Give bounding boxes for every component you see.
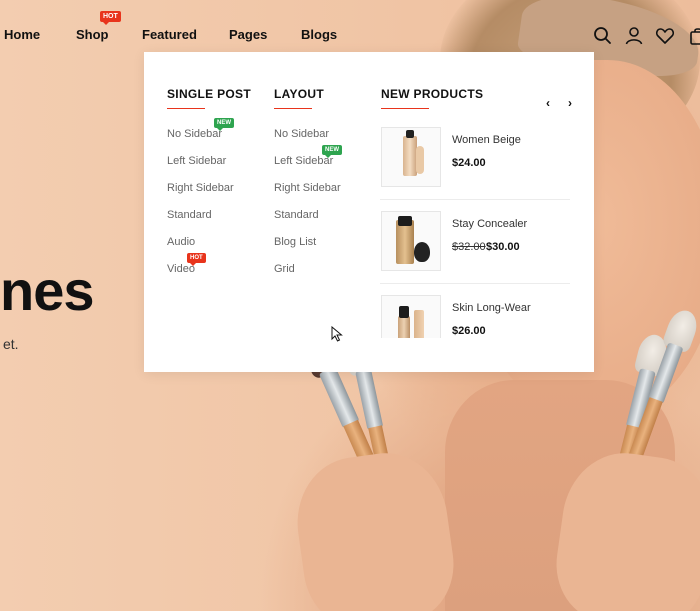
bottle-cap-image: [399, 306, 409, 318]
carousel-next-button[interactable]: ›: [563, 96, 577, 110]
product-image[interactable]: [381, 127, 441, 187]
bottle-cap-image: [406, 130, 414, 138]
menu-link-blog-list[interactable]: Blog List: [274, 236, 316, 248]
product-card: Stay Concealer $32.00 $30.00: [380, 208, 572, 284]
product-card: Skin Long-Wear $26.00: [380, 292, 572, 338]
menu-link-standard[interactable]: Standard: [274, 209, 319, 221]
nav-blogs[interactable]: Blogs: [301, 27, 337, 42]
heading-underline: [381, 108, 429, 109]
carousel-prev-button[interactable]: ‹: [541, 96, 555, 110]
product-price: $26.00: [452, 325, 486, 337]
hero-title: nes: [0, 259, 94, 322]
product-price: $30.00: [486, 241, 520, 253]
single-post-heading: SINGLE POST: [167, 87, 251, 101]
nav-shop[interactable]: Shop: [76, 27, 109, 42]
product-old-price: $32.00: [452, 241, 486, 253]
menu-link-right-sidebar[interactable]: Right Sidebar: [167, 182, 234, 194]
product-name[interactable]: Skin Long-Wear: [452, 302, 531, 314]
heading-underline: [274, 108, 312, 109]
menu-link-standard[interactable]: Standard: [167, 209, 212, 221]
search-icon[interactable]: [593, 26, 613, 46]
hero-subtitle: et.: [3, 336, 19, 352]
product-card: Women Beige $24.00: [380, 124, 572, 200]
bottle-cap-image: [398, 216, 412, 226]
menu-link-left-sidebar[interactable]: Left Sidebar: [167, 155, 226, 167]
product-divider: [380, 199, 570, 200]
mouse-cursor-icon: [331, 326, 343, 342]
layout-heading: LAYOUT: [274, 87, 325, 101]
menu-link-audio[interactable]: Audio: [167, 236, 195, 248]
new-products-heading: NEW PRODUCTS: [381, 87, 484, 101]
swatch-image: [414, 310, 424, 338]
blogs-mega-menu: SINGLE POST No Sidebar NEW Left Sidebar …: [144, 52, 594, 372]
product-image[interactable]: [381, 295, 441, 338]
product-name[interactable]: Stay Concealer: [452, 218, 527, 230]
new-products-list: Women Beige $24.00 Stay Concealer $32.00…: [380, 124, 572, 338]
heart-icon[interactable]: [655, 26, 675, 46]
product-price: $24.00: [452, 157, 486, 169]
user-icon[interactable]: [624, 26, 644, 46]
foundation-bottle-image: [403, 136, 417, 176]
heading-underline: [167, 108, 205, 109]
sponge-image: [414, 242, 430, 262]
hot-badge: HOT: [100, 11, 121, 25]
swatch-image: [416, 146, 424, 174]
product-name[interactable]: Women Beige: [452, 134, 521, 146]
nav-pages[interactable]: Pages: [229, 27, 267, 42]
concealer-bottle-image: [396, 220, 414, 264]
nav-home[interactable]: Home: [4, 27, 40, 42]
menu-link-right-sidebar[interactable]: Right Sidebar: [274, 182, 341, 194]
bag-icon[interactable]: [688, 26, 700, 46]
main-nav: Home Shop HOT Featured Pages Blogs: [0, 0, 700, 52]
product-divider: [380, 283, 570, 284]
hero-image-left-hand: [288, 445, 462, 611]
menu-link-grid[interactable]: Grid: [274, 263, 295, 275]
product-image[interactable]: [381, 211, 441, 271]
menu-link-no-sidebar[interactable]: No Sidebar: [274, 128, 329, 140]
new-tag: NEW: [214, 118, 234, 131]
menu-link-no-sidebar[interactable]: No Sidebar: [167, 128, 222, 140]
new-tag: NEW: [322, 145, 342, 158]
nav-featured[interactable]: Featured: [142, 27, 197, 42]
foundation-bottle-image: [398, 316, 410, 338]
hot-tag: HOT: [187, 253, 206, 266]
